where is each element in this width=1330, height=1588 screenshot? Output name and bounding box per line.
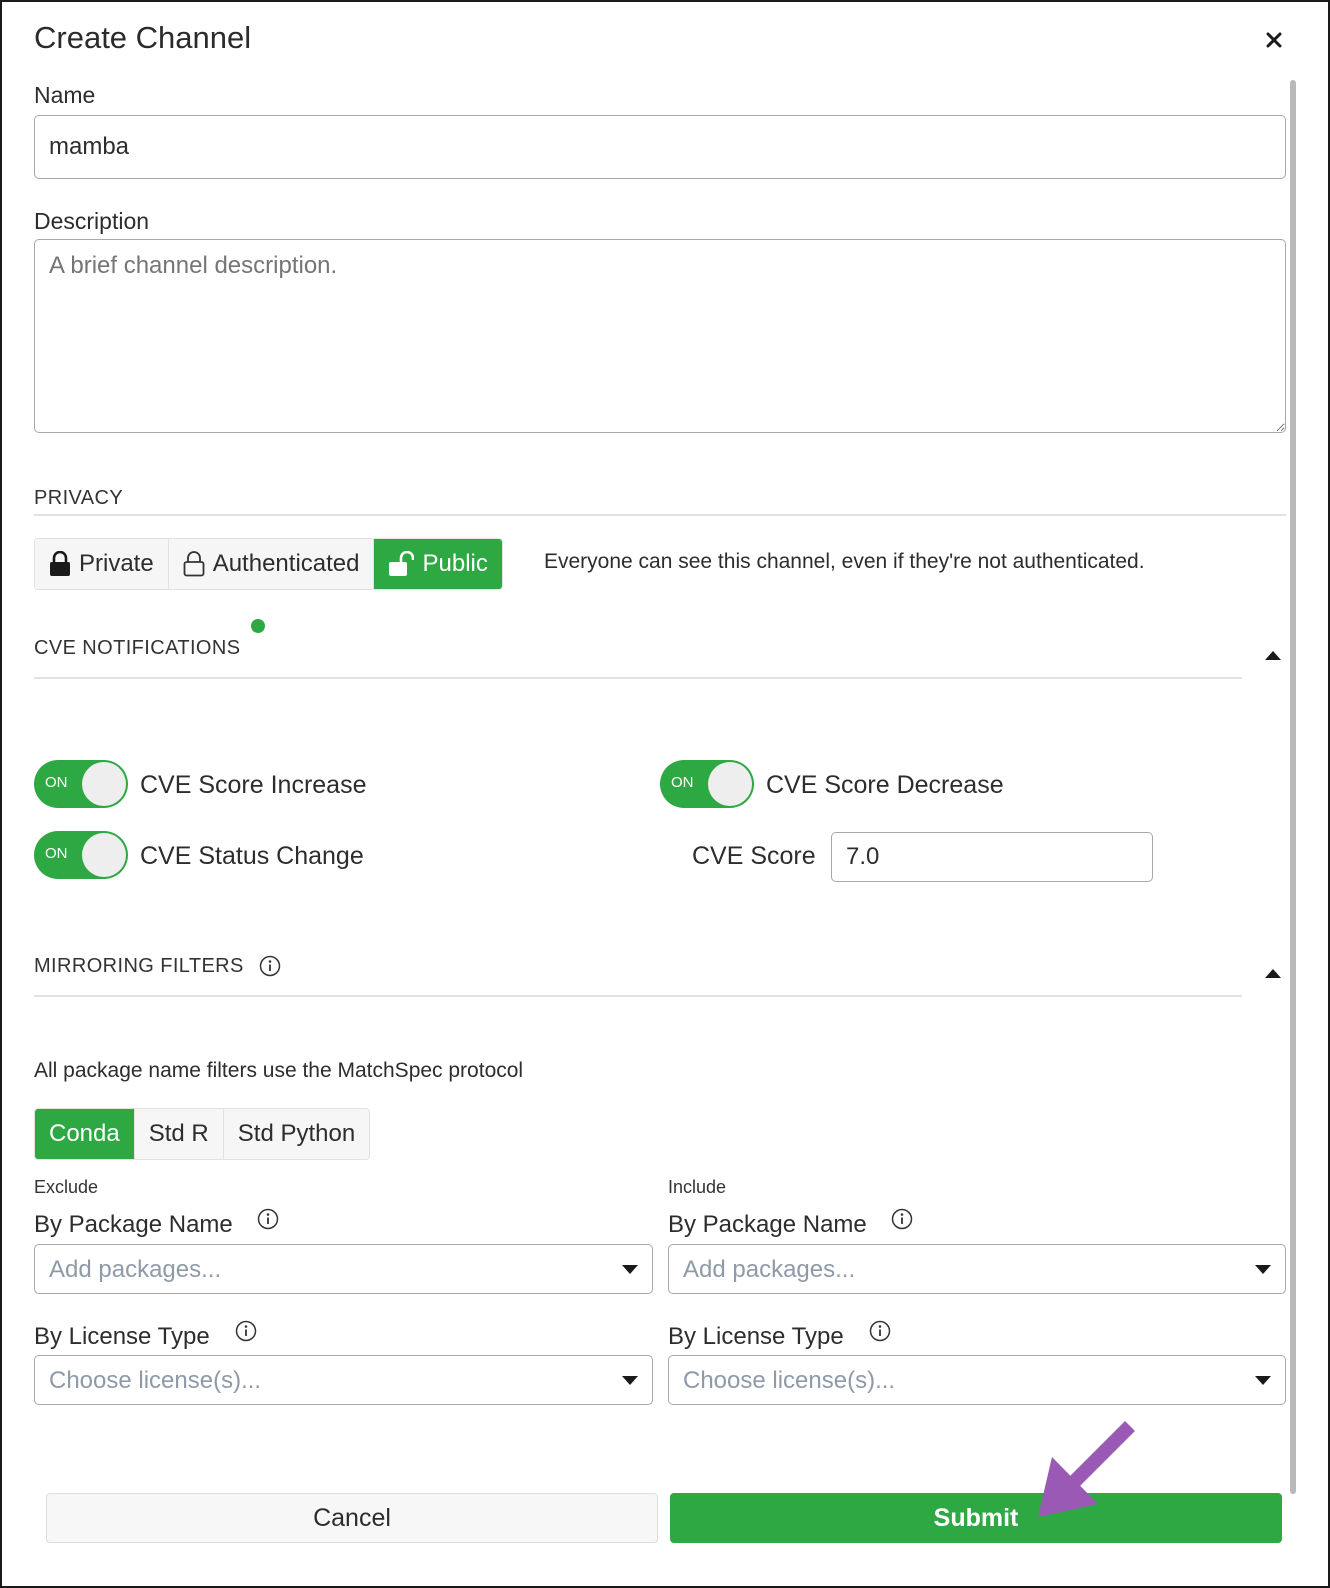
scrollbar-thumb[interactable]	[1290, 80, 1296, 1494]
include-package-label: By Package Name	[668, 1211, 867, 1238]
include-license-select[interactable]: Choose license(s)...	[668, 1355, 1286, 1405]
cve-divider	[34, 677, 1242, 679]
privacy-private-button[interactable]: Private	[35, 539, 169, 589]
include-license-placeholder: Choose license(s)...	[683, 1367, 896, 1394]
cve-score-decrease-toggle[interactable]: ON	[660, 760, 754, 808]
cancel-button[interactable]: Cancel	[46, 1493, 658, 1543]
toggle-knob	[708, 762, 752, 806]
tab-conda[interactable]: Conda	[35, 1109, 135, 1159]
description-label: Description	[34, 208, 150, 234]
mirroring-divider	[34, 995, 1242, 997]
toggle-state-label: ON	[45, 845, 68, 862]
cve-score-label: CVE Score	[692, 842, 816, 870]
include-label: Include	[668, 1177, 727, 1197]
annotation-arrow-icon	[1038, 1421, 1135, 1517]
name-label: Name	[34, 82, 96, 108]
cve-status-change-toggle[interactable]: ON	[34, 831, 128, 879]
privacy-divider	[34, 514, 1286, 516]
lock-outline-icon	[183, 551, 205, 577]
privacy-authenticated-label: Authenticated	[212, 550, 360, 577]
cve-score-increase-toggle[interactable]: ON	[34, 760, 128, 808]
privacy-public-label: Public	[422, 550, 488, 577]
package-type-tabs: Conda Std R Std Python	[34, 1108, 371, 1160]
chevron-down-icon	[622, 1265, 638, 1274]
cve-score-input[interactable]	[831, 832, 1153, 882]
info-icon[interactable]	[869, 1320, 891, 1342]
exclude-package-select[interactable]: Add packages...	[34, 1244, 653, 1294]
privacy-segmented-control: Private Authenticated Public	[34, 538, 503, 590]
toggle-knob	[82, 833, 126, 877]
exclude-license-label: By License Type	[34, 1323, 210, 1350]
name-input[interactable]	[34, 115, 1286, 179]
toggle-knob	[82, 762, 126, 806]
include-license-label: By License Type	[668, 1323, 844, 1350]
matchspec-note: All package name filters use the MatchSp…	[34, 1059, 524, 1082]
privacy-description: Everyone can see this channel, even if t…	[544, 550, 1145, 573]
tab-std-r[interactable]: Std R	[134, 1109, 224, 1159]
chevron-down-icon	[1255, 1265, 1271, 1274]
toggle-state-label: ON	[671, 774, 694, 791]
include-package-select[interactable]: Add packages...	[668, 1244, 1286, 1294]
lock-icon	[50, 551, 70, 576]
submit-button[interactable]: Submit	[670, 1493, 1282, 1543]
chevron-down-icon	[1255, 1376, 1271, 1385]
privacy-section-label: PRIVACY	[34, 487, 124, 509]
dialog-title: Create Channel	[34, 20, 252, 55]
description-textarea[interactable]	[34, 239, 1286, 433]
collapse-mirroring-icon[interactable]	[1265, 969, 1281, 978]
info-icon[interactable]	[891, 1208, 913, 1230]
include-package-placeholder: Add packages...	[683, 1256, 856, 1283]
toggle-state-label: ON	[45, 774, 68, 791]
collapse-cve-icon[interactable]	[1265, 651, 1281, 660]
exclude-label: Exclude	[34, 1177, 99, 1197]
chevron-down-icon	[622, 1376, 638, 1385]
privacy-authenticated-button[interactable]: Authenticated	[168, 539, 375, 589]
exclude-package-placeholder: Add packages...	[49, 1256, 222, 1283]
info-icon[interactable]	[235, 1320, 257, 1342]
privacy-private-label: Private	[79, 550, 154, 577]
cve-score-decrease-label: CVE Score Decrease	[766, 771, 1004, 799]
exclude-license-select[interactable]: Choose license(s)...	[34, 1355, 653, 1405]
create-channel-dialog: Create Channel Name Description PRIVACY …	[0, 0, 1330, 1588]
privacy-public-button[interactable]: Public	[374, 539, 502, 589]
exclude-package-label: By Package Name	[34, 1211, 233, 1238]
notification-dot	[251, 619, 265, 633]
info-icon[interactable]	[259, 955, 281, 977]
cve-section-label: CVE NOTIFICATIONS	[34, 637, 241, 659]
cve-status-change-label: CVE Status Change	[140, 842, 364, 870]
exclude-license-placeholder: Choose license(s)...	[49, 1367, 262, 1394]
mirroring-section-label: MIRRORING FILTERS	[34, 955, 244, 977]
tab-std-python[interactable]: Std Python	[223, 1109, 370, 1159]
close-icon[interactable]	[1260, 26, 1288, 54]
cve-score-increase-label: CVE Score Increase	[140, 771, 367, 799]
info-icon[interactable]	[257, 1208, 279, 1230]
unlock-icon	[389, 551, 415, 576]
